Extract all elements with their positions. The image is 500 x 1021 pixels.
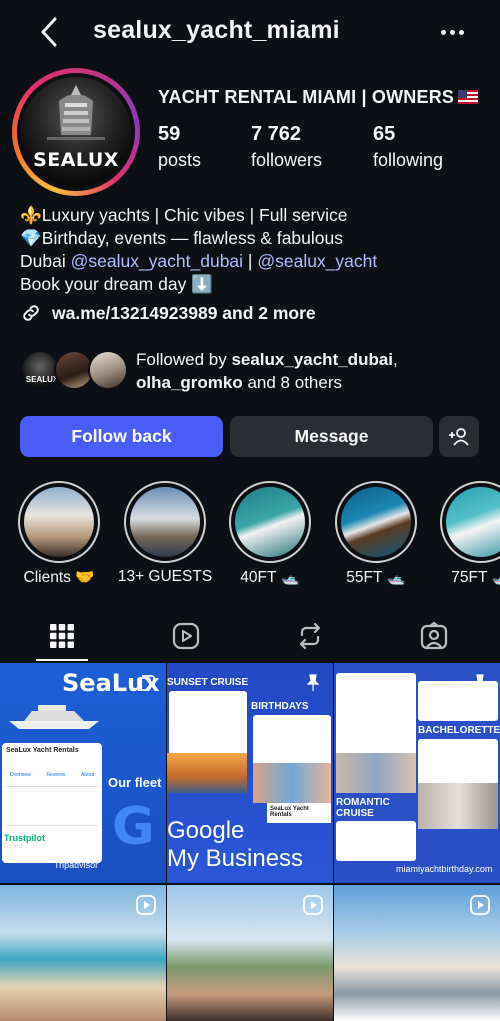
profile-tabs — [0, 610, 500, 662]
followed-by[interactable]: SEALUX Followed by sealux_yacht_dubai, o… — [20, 344, 490, 394]
add-person-button[interactable] — [439, 416, 479, 457]
highlight-label: Clients 🤝 — [23, 569, 95, 586]
back-button[interactable] — [34, 14, 64, 50]
avatar-brand-text: SEALUX — [33, 149, 119, 171]
yacht-logo-icon — [47, 85, 105, 140]
sunset-cruise-label: SUNSET CRUISE — [167, 677, 249, 688]
post-tile[interactable]: SeaLux SeaLux Yacht Rentals Overview Revi… — [0, 663, 166, 883]
highlight-label: 13+ GUESTS — [117, 568, 213, 585]
link-icon — [23, 305, 39, 321]
fleet-label: Our fleet — [108, 775, 162, 790]
avatar — [88, 350, 128, 390]
reel-icon — [470, 895, 490, 915]
repost-icon — [299, 622, 321, 650]
story-highlight[interactable]: 13+ GUESTS — [118, 481, 212, 585]
story-highlight[interactable]: 75FT 🛥️ — [440, 481, 500, 586]
profile-link[interactable]: wa.me/13214923989 and 2 more — [20, 302, 316, 324]
website-label: miamiyachtbirthday.com — [396, 864, 493, 874]
chevron-left-icon — [41, 17, 57, 47]
posts-label: posts — [158, 150, 202, 170]
post-tile[interactable]: BACHELORETTE ROMANTIC CRUISE miamiyachtb… — [334, 663, 500, 883]
following-count: 65 — [373, 123, 396, 145]
tripadvisor-label: Tripadvisor — [54, 860, 99, 870]
highlight-label: 40FT 🛥️ — [240, 569, 300, 586]
bio-line: 💎Birthday, events — flawless & fabulous — [20, 228, 343, 248]
more-options-button[interactable] — [434, 18, 470, 46]
follow-back-button[interactable]: Follow back — [20, 416, 223, 457]
highlight-label: 55FT 🛥️ — [346, 569, 406, 586]
tab-reels[interactable] — [124, 610, 248, 662]
top-bar: sealux_yacht_miami — [0, 0, 500, 64]
followed-by-text: Followed by sealux_yacht_dubai, olha_gro… — [136, 350, 398, 392]
stat-posts[interactable]: 59 posts — [158, 123, 201, 171]
tab-tagged[interactable] — [372, 610, 496, 662]
romantic-cruise-label: ROMANTIC CRUISE — [336, 797, 390, 819]
carousel-icon — [137, 675, 155, 691]
story-highlight[interactable]: 55FT 🛥️ — [335, 481, 417, 586]
stat-following[interactable]: 65 following — [373, 123, 443, 171]
profile-username: sealux_yacht_miami — [93, 16, 340, 44]
grid-icon — [50, 624, 74, 648]
mention-link[interactable]: @sealux_yacht_dubai — [71, 251, 243, 271]
tab-reposts[interactable] — [248, 610, 372, 662]
more-horizontal-icon — [440, 29, 446, 35]
follower-username[interactable]: sealux_yacht_dubai — [231, 350, 393, 369]
tab-grid[interactable] — [0, 610, 124, 662]
mention-link[interactable]: @sealux_yacht — [257, 251, 377, 271]
profile-bio: ⚜️Luxury yachts | Chic vibes | Full serv… — [20, 204, 377, 296]
bio-line: Book your dream day ⬇️ — [20, 274, 213, 294]
bachelorette-label: BACHELORETTE — [418, 725, 500, 736]
us-flag-icon — [458, 90, 479, 104]
posts-count: 59 — [158, 123, 181, 145]
message-button[interactable]: Message — [230, 416, 433, 457]
google-logo-icon: G — [112, 797, 155, 857]
bio-line: ⚜️Luxury yachts | Chic vibes | Full serv… — [20, 205, 348, 225]
followers-label: followers — [251, 150, 323, 170]
story-highlight[interactable]: Clients 🤝 — [18, 481, 100, 586]
post-tile[interactable]: SUNSET CRUISE BIRTHDAYS Google My Busine… — [167, 663, 333, 883]
link-text: wa.me/13214923989 and 2 more — [52, 302, 316, 323]
post-tile[interactable] — [167, 885, 333, 1021]
post-tile[interactable] — [334, 885, 500, 1021]
post-tile[interactable] — [0, 885, 166, 1021]
followers-count: 7 762 — [251, 123, 302, 145]
story-highlight[interactable]: 40FT 🛥️ — [229, 481, 311, 586]
active-tab-indicator — [36, 659, 88, 661]
profile-avatar-ring[interactable]: SEALUX — [12, 68, 140, 196]
birthdays-label: BIRTHDAYS — [251, 701, 309, 712]
follower-username[interactable]: olha_gromko — [136, 373, 243, 392]
yacht-illustration — [9, 705, 99, 729]
highlight-label: 75FT 🛥️ — [451, 569, 500, 586]
stat-followers[interactable]: 7 762 followers — [251, 123, 322, 171]
tagged-person-icon — [420, 622, 448, 650]
pin-icon — [306, 674, 320, 691]
add-person-icon — [449, 427, 469, 446]
pin-icon — [473, 674, 487, 691]
profile-category: YACHT RENTAL MIAMI | OWNERS — [158, 87, 479, 108]
avatar: SEALUX — [21, 77, 131, 187]
reel-icon — [136, 895, 156, 915]
google-my-business-text: Google My Business — [167, 817, 304, 872]
following-label: following — [373, 150, 444, 170]
reel-icon — [303, 895, 323, 915]
bio-line: Dubai @sealux_yacht_dubai | @sealux_yach… — [20, 251, 378, 271]
reels-icon — [172, 622, 200, 650]
